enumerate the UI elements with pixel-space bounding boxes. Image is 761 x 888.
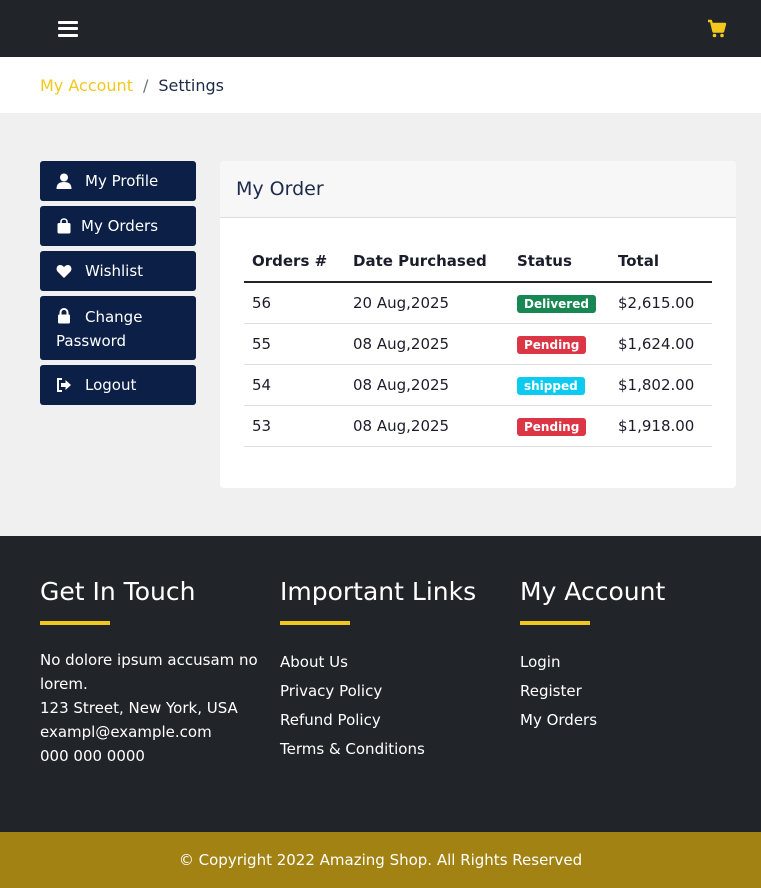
sidebar-item-label: Wishlist [85,262,144,280]
footer-contact-phone: 000 000 0000 [40,747,145,765]
breadcrumb-separator: / [142,75,149,95]
footer-account-title: My Account [520,577,666,606]
status-badge: Pending [517,335,587,354]
column-header-status: Status [517,252,572,270]
sidebar-item-my-orders[interactable]: My Orders [40,206,196,246]
column-header-date: Date Purchased [353,252,487,270]
hamburger-icon[interactable] [58,20,78,38]
order-date: 08 Aug,2025 [353,335,450,353]
sidebar-item-label: Logout [85,376,137,394]
copyright-bar: © Copyright 2022 Amazing Shop. All Right… [0,832,761,888]
order-date: 08 Aug,2025 [353,417,450,435]
sidebar-item-label: My Profile [85,172,159,190]
breadcrumb-current: Settings [158,75,224,95]
table-header-row: Orders # Date Purchased Status Total [244,241,712,283]
copyright-text: © Copyright 2022 Amazing Shop. All Right… [178,851,583,869]
breadcrumb: My Account / Settings [0,57,761,113]
lock-icon [58,308,70,324]
orders-table: Orders # Date Purchased Status Total 56 … [244,241,712,447]
order-total: $2,615.00 [618,294,695,312]
order-date: 20 Aug,2025 [353,294,450,312]
logout-icon [57,378,71,392]
sidebar-item-logout[interactable]: Logout [40,365,196,405]
order-total: $1,624.00 [618,335,695,353]
shopping-cart-icon[interactable] [707,19,727,39]
user-icon [56,173,72,189]
sidebar-item-my-profile[interactable]: My Profile [40,161,196,201]
footer-title-underline [520,621,590,625]
status-badge: shipped [517,376,585,395]
footer-title-underline [40,621,110,625]
footer-link-terms-conditions[interactable]: Terms & Conditions [280,735,500,764]
breadcrumb-link-my-account[interactable]: My Account [40,76,133,95]
order-id: 53 [252,417,272,435]
status-badge: Pending [517,417,587,436]
footer-contact-tagline: No dolore ipsum accusam no lorem. [40,651,258,693]
sidebar-item-wishlist[interactable]: Wishlist [40,251,196,291]
site-footer: Get In Touch No dolore ipsum accusam no … [0,536,761,832]
footer-link-register[interactable]: Register [520,677,740,706]
footer-contact-email: exampl@example.com [40,723,212,741]
order-total: $1,802.00 [618,376,695,394]
footer-contact-address: 123 Street, New York, USA [40,699,238,717]
footer-important-links: Important Links About Us Privacy Policy … [280,576,500,764]
shopping-bag-icon [57,218,71,234]
footer-contact: Get In Touch No dolore ipsum accusam no … [40,576,260,768]
footer-my-account: My Account Login Register My Orders [520,576,740,735]
order-id: 54 [252,376,272,394]
order-id: 56 [252,294,272,312]
table-row[interactable]: 55 08 Aug,2025 Pending $1,624.00 [244,324,712,365]
table-row[interactable]: 53 08 Aug,2025 Pending $1,918.00 [244,406,712,447]
footer-link-privacy-policy[interactable]: Privacy Policy [280,677,500,706]
footer-link-refund-policy[interactable]: Refund Policy [280,706,500,735]
footer-links-title: Important Links [280,577,477,606]
order-id: 55 [252,335,272,353]
order-total: $1,918.00 [618,417,695,435]
table-row[interactable]: 54 08 Aug,2025 shipped $1,802.00 [244,365,712,406]
sidebar-item-change-password[interactable]: Change Password [40,296,196,360]
column-header-total: Total [618,252,659,270]
footer-link-login[interactable]: Login [520,648,740,677]
footer-link-about-us[interactable]: About Us [280,648,500,677]
status-badge: Delivered [517,294,596,313]
orders-card-title: My Order [220,161,736,218]
orders-card: My Order Orders # Date Purchased Status … [220,161,736,488]
heart-icon [56,264,72,278]
sidebar-item-label: My Orders [81,217,159,235]
footer-contact-title: Get In Touch [40,577,196,606]
order-date: 08 Aug,2025 [353,376,450,394]
column-header-order-number: Orders # [252,252,328,270]
top-navbar [0,0,761,57]
footer-link-my-orders[interactable]: My Orders [520,706,740,735]
table-row[interactable]: 56 20 Aug,2025 Delivered $2,615.00 [244,283,712,324]
account-main: My Profile My Orders Wishlist Change Pas… [0,113,761,536]
account-sidebar: My Profile My Orders Wishlist Change Pas… [40,161,196,410]
footer-title-underline [280,621,350,625]
